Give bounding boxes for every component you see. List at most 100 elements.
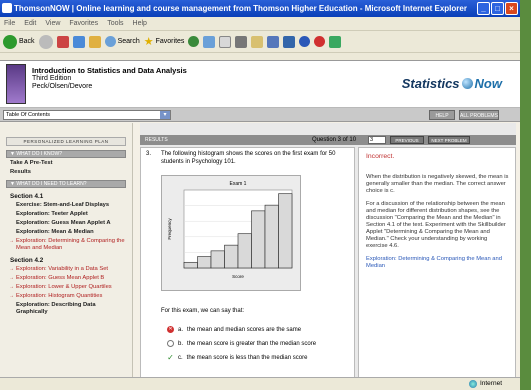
section-4-1-list: Exercise: Stem-and-Leaf Displays Explorat… bbox=[0, 202, 132, 252]
question-select[interactable]: 3 bbox=[368, 136, 386, 144]
x-axis-label: Score bbox=[232, 274, 244, 279]
question-text: The following histogram shows the scores… bbox=[161, 151, 336, 165]
folder-icon[interactable] bbox=[251, 35, 264, 48]
feedback-explanation: When the distribution is negatively skew… bbox=[366, 174, 509, 194]
feedback-panel: Incorrect. When the distribution is nega… bbox=[358, 147, 516, 378]
incorrect-icon: ✕ bbox=[167, 326, 174, 333]
question-counter: Question 3 of 10 bbox=[312, 137, 357, 143]
logo-now: Now bbox=[474, 76, 502, 91]
close-button[interactable]: × bbox=[505, 2, 518, 15]
back-arrow-icon bbox=[3, 34, 17, 49]
home-icon[interactable] bbox=[88, 35, 101, 48]
previous-answer-button[interactable]: PREVIOUS ANSWER bbox=[390, 136, 424, 151]
histogram-svg: Exam 1 Score Frequency bbox=[167, 181, 293, 279]
toc-select[interactable]: Table Of Contents ▾ bbox=[3, 110, 171, 120]
choice-a-text: the mean and median scores are the same bbox=[187, 326, 302, 333]
choice-a[interactable]: ✕ a. the mean and median scores are the … bbox=[167, 326, 301, 333]
histogram-bar bbox=[264, 204, 279, 269]
results-bar: RESULTS Question 3 of 10 3 PREVIOUS ANSW… bbox=[140, 135, 516, 151]
globe-icon bbox=[461, 78, 473, 89]
info-icon[interactable] bbox=[299, 36, 311, 47]
feedback-status: Incorrect. bbox=[366, 153, 395, 160]
book-cover-image bbox=[6, 64, 26, 104]
sidebar-item-results[interactable]: Results bbox=[10, 169, 126, 176]
what-do-i-know-header[interactable]: ▼ WHAT DO I KNOW? bbox=[6, 150, 126, 158]
histogram-bar bbox=[278, 193, 293, 269]
security-zone: Internet bbox=[468, 378, 502, 390]
sidebar-item-s1-2[interactable]: Exploration: Guess Mean Applet A bbox=[10, 220, 126, 227]
section-4-2-list: Exploration: Variability in a Data Set Ex… bbox=[0, 266, 132, 316]
back-button[interactable]: Back bbox=[3, 34, 35, 49]
media-icon[interactable] bbox=[188, 36, 200, 47]
choice-b-letter: b. bbox=[178, 340, 184, 347]
logo-statistics: Statistics bbox=[401, 76, 460, 91]
help-button[interactable]: HELP bbox=[429, 110, 455, 120]
status-bar: Internet bbox=[0, 377, 520, 390]
browser-toolbar: Back Search ★ Favorites bbox=[0, 31, 520, 53]
menu-file[interactable]: File bbox=[4, 17, 15, 30]
histogram-bar bbox=[183, 261, 198, 269]
choice-b-text: the mean score is greater than the media… bbox=[187, 340, 317, 347]
history-icon[interactable] bbox=[203, 35, 216, 48]
messenger-icon[interactable] bbox=[267, 35, 280, 48]
menu-favorites[interactable]: Favorites bbox=[69, 17, 98, 30]
star-icon: ★ bbox=[143, 36, 154, 48]
histogram-bar bbox=[224, 244, 239, 269]
sidebar-item-s2-2[interactable]: Exploration: Lower & Upper Quartiles bbox=[9, 284, 126, 291]
results-label: RESULTS bbox=[145, 137, 168, 143]
search-icon bbox=[104, 36, 116, 47]
search-button[interactable]: Search bbox=[104, 36, 140, 47]
security-icon[interactable] bbox=[314, 36, 326, 47]
browser-window: ThomsonNOW | Online learning and course … bbox=[0, 0, 520, 390]
forward-arrow-icon[interactable] bbox=[38, 34, 53, 49]
sidebar-item-pretest[interactable]: Take A Pre-Test bbox=[10, 160, 126, 167]
choice-c-text: the mean score is less than the median s… bbox=[186, 354, 308, 361]
sidebar-item-s1-3[interactable]: Exploration: Mean & Median bbox=[10, 229, 126, 236]
refresh-icon[interactable] bbox=[72, 35, 85, 48]
question-prompt: For this exam, we can say that: bbox=[161, 308, 245, 314]
window-title: ThomsonNOW | Online learning and course … bbox=[14, 4, 467, 13]
menu-help[interactable]: Help bbox=[133, 17, 147, 30]
radio-button[interactable] bbox=[167, 340, 174, 347]
sidebar-item-s2-1[interactable]: Exploration: Guess Mean Applet B bbox=[9, 275, 126, 282]
question-number: 3. bbox=[146, 151, 152, 157]
sidebar-item-s1-4[interactable]: Exploration: Determining & Comparing the… bbox=[9, 238, 126, 252]
extension-icon[interactable] bbox=[329, 35, 342, 48]
mail-icon[interactable] bbox=[219, 35, 232, 48]
section-4-2-title: Section 4.2 bbox=[10, 257, 44, 264]
book-title: Introduction to Statistics and Data Anal… bbox=[32, 66, 187, 75]
print-icon[interactable] bbox=[235, 35, 248, 48]
zone-label: Internet bbox=[479, 380, 502, 387]
research-icon[interactable] bbox=[283, 35, 296, 48]
next-problem-button[interactable]: NEXT PROBLEM bbox=[428, 136, 470, 144]
ie-icon bbox=[2, 3, 12, 13]
favorites-button[interactable]: ★ Favorites bbox=[144, 35, 185, 48]
histogram-bar bbox=[210, 250, 225, 269]
maximize-button[interactable]: □ bbox=[491, 2, 504, 15]
address-bar-spacer bbox=[0, 53, 520, 60]
histogram-bar bbox=[197, 256, 212, 269]
menu-tools[interactable]: Tools bbox=[107, 17, 123, 30]
feedback-exploration-link[interactable]: Exploration: Determining & Comparing the… bbox=[366, 256, 510, 270]
chart-title: Exam 1 bbox=[230, 181, 247, 187]
book-edition: Third Edition bbox=[32, 75, 72, 82]
sidebar-item-s1-1[interactable]: Exploration: Teeter Applet bbox=[10, 211, 126, 218]
choice-b[interactable]: b. the mean score is greater than the me… bbox=[167, 340, 316, 347]
sidebar-item-s2-0[interactable]: Exploration: Variability in a Data Set bbox=[9, 266, 126, 273]
feedback-discussion: For a discussion of the relationship bet… bbox=[366, 201, 506, 249]
menu-edit[interactable]: Edit bbox=[24, 17, 36, 30]
stop-icon[interactable] bbox=[56, 35, 69, 48]
page-viewport: Introduction to Statistics and Data Anal… bbox=[0, 60, 520, 378]
choice-c[interactable]: ✓ c. the mean score is less than the med… bbox=[167, 354, 308, 362]
chevron-down-icon: ▾ bbox=[160, 111, 170, 119]
histogram-bar bbox=[237, 233, 252, 269]
statistics-now-logo: Statistics Now bbox=[402, 76, 502, 91]
sidebar-item-s1-0[interactable]: Exercise: Stem-and-Leaf Displays bbox=[10, 202, 126, 209]
all-problems-button[interactable]: ALL PROBLEMS bbox=[459, 110, 499, 120]
sidebar-item-s2-4[interactable]: Exploration: Describing Data Graphically bbox=[10, 302, 126, 316]
minimize-button[interactable]: _ bbox=[477, 2, 490, 15]
sidebar-item-s2-3[interactable]: Exploration: Histogram Quantities bbox=[9, 293, 126, 300]
internet-zone-icon bbox=[468, 380, 477, 388]
menu-view[interactable]: View bbox=[45, 17, 60, 30]
what-do-i-need-header[interactable]: ▼ WHAT DO I NEED TO LEARN? bbox=[6, 180, 126, 188]
